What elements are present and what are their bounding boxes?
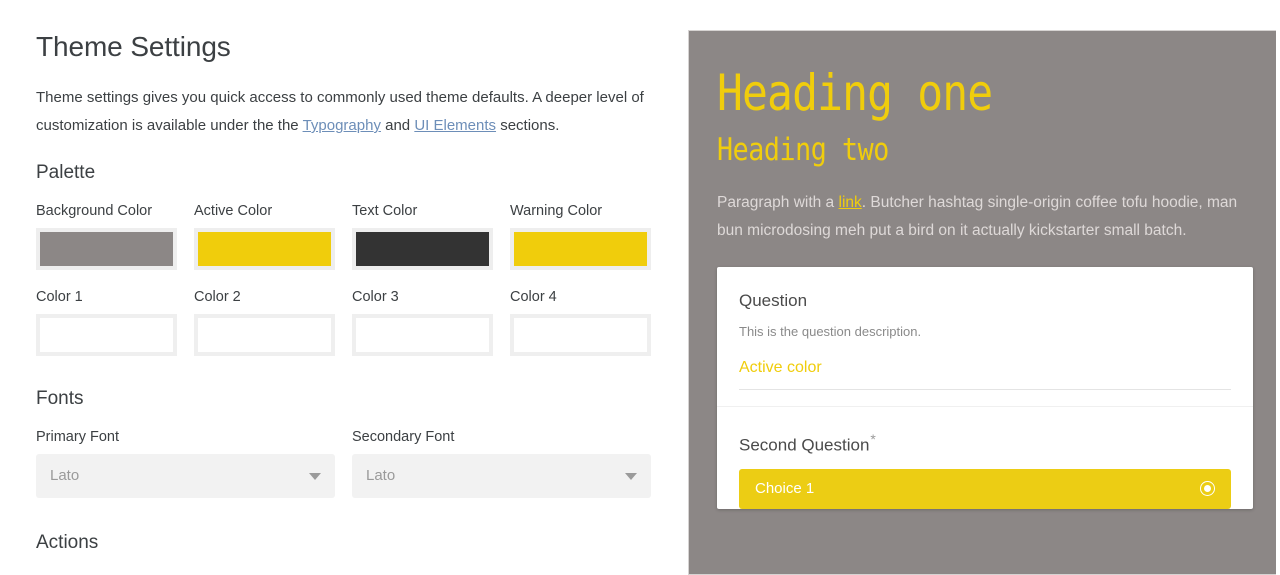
intro-description: Theme settings gives you quick access to… bbox=[36, 84, 652, 140]
chevron-down-icon bbox=[309, 473, 321, 480]
question-section: Question This is the question descriptio… bbox=[717, 267, 1253, 406]
color-3-swatch[interactable] bbox=[352, 314, 493, 356]
second-question-section: Second Question* Choice 1 bbox=[717, 406, 1253, 509]
intro-text-middle: and bbox=[380, 117, 415, 134]
radio-selected-icon bbox=[1200, 481, 1215, 497]
preview-paragraph-part1: Paragraph with a bbox=[717, 194, 839, 211]
color-2-swatch[interactable] bbox=[194, 314, 335, 356]
swatch-label: Color 1 bbox=[36, 289, 83, 305]
preview-heading-one: Heading one bbox=[717, 64, 993, 122]
settings-panel: Theme Settings Theme settings gives you … bbox=[0, 0, 688, 575]
swatch-cell-color-4: Color 4 bbox=[510, 286, 651, 356]
preview-form-card: Question This is the question descriptio… bbox=[717, 267, 1253, 509]
typography-link[interactable]: Typography bbox=[303, 117, 381, 134]
theme-preview-panel: Heading one Heading two Paragraph with a… bbox=[688, 30, 1276, 575]
choice-1-label: Choice 1 bbox=[755, 479, 815, 497]
preview-heading-two: Heading two bbox=[717, 132, 889, 168]
active-color-swatch[interactable] bbox=[194, 228, 335, 270]
required-marker: * bbox=[870, 431, 876, 447]
swatch-label: Warning Color bbox=[510, 203, 603, 219]
swatch-label: Active Color bbox=[194, 203, 273, 219]
fonts-section-title: Fonts bbox=[36, 388, 84, 409]
swatch-cell-active-color: Active Color bbox=[194, 200, 335, 270]
swatch-cell-color-1: Color 1 bbox=[36, 286, 177, 356]
palette-swatch-grid: Background Color Active Color Text Color… bbox=[36, 200, 652, 356]
background-color-swatch[interactable] bbox=[36, 228, 177, 270]
theme-settings-screen: Theme Settings Theme settings gives you … bbox=[0, 0, 1280, 575]
question-description: This is the question description. bbox=[739, 324, 922, 339]
primary-font-select[interactable]: Lato bbox=[36, 454, 335, 498]
primary-font-field: Primary Font Lato bbox=[36, 426, 335, 498]
swatch-label: Background Color bbox=[36, 203, 153, 219]
swatch-cell-color-2: Color 2 bbox=[194, 286, 335, 356]
preview-link[interactable]: link bbox=[839, 194, 862, 211]
question-title: Question bbox=[739, 291, 808, 310]
swatch-label: Color 4 bbox=[510, 289, 557, 305]
primary-font-value: Lato bbox=[50, 467, 80, 484]
swatch-cell-text-color: Text Color bbox=[352, 200, 493, 270]
intro-text-part2: sections. bbox=[496, 117, 560, 134]
swatch-label: Text Color bbox=[352, 203, 418, 219]
swatch-cell-color-3: Color 3 bbox=[352, 286, 493, 356]
color-1-swatch[interactable] bbox=[36, 314, 177, 356]
active-color-input[interactable]: Active color bbox=[739, 356, 1231, 390]
palette-section-title: Palette bbox=[36, 162, 96, 183]
preview-paragraph: Paragraph with a link. Butcher hashtag s… bbox=[717, 189, 1248, 245]
ui-elements-link[interactable]: UI Elements bbox=[414, 117, 496, 134]
secondary-font-label: Secondary Font bbox=[352, 429, 455, 445]
fonts-row: Primary Font Lato Secondary Font Lato bbox=[36, 426, 652, 498]
chevron-down-icon bbox=[625, 473, 637, 480]
swatch-cell-background-color: Background Color bbox=[36, 200, 177, 270]
primary-font-label: Primary Font bbox=[36, 429, 119, 445]
warning-color-swatch[interactable] bbox=[510, 228, 651, 270]
swatch-label: Color 2 bbox=[194, 289, 241, 305]
text-color-swatch[interactable] bbox=[352, 228, 493, 270]
swatch-label: Color 3 bbox=[352, 289, 399, 305]
second-question-text: Second Question bbox=[739, 435, 870, 455]
secondary-font-select[interactable]: Lato bbox=[352, 454, 651, 498]
choice-1-option[interactable]: Choice 1 bbox=[739, 468, 1231, 509]
secondary-font-field: Secondary Font Lato bbox=[352, 426, 651, 498]
color-4-swatch[interactable] bbox=[510, 314, 651, 356]
swatch-cell-warning-color: Warning Color bbox=[510, 200, 651, 270]
actions-section-title: Actions bbox=[36, 532, 99, 553]
second-question-label: Second Question* bbox=[739, 427, 1231, 458]
secondary-font-value: Lato bbox=[366, 467, 396, 484]
page-title: Theme Settings bbox=[36, 31, 231, 62]
